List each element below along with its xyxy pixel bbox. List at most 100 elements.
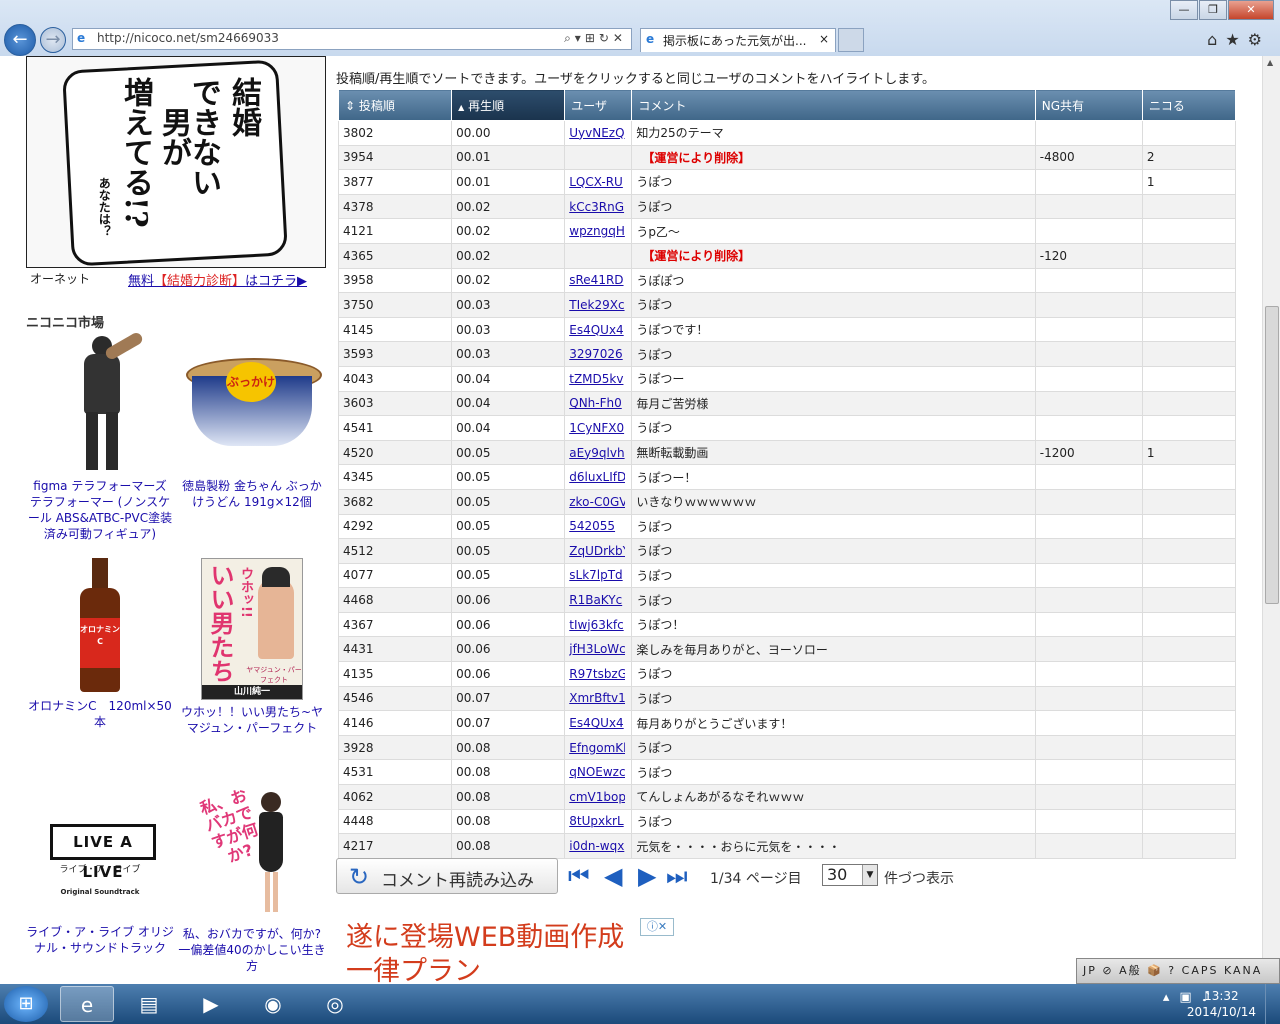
product-item[interactable]: いい男たち ウホッ!! ヤマジュン・パーフェクト 山川純一 ウホッ！！いい男たち… xyxy=(178,558,326,736)
scroll-up-icon[interactable]: ▲ xyxy=(1267,58,1273,67)
user-link[interactable]: cmV1bop xyxy=(569,790,625,804)
user-link[interactable]: wpzngqH xyxy=(569,224,625,238)
post-order-cell: 3958 xyxy=(337,267,453,294)
nicoru-cell xyxy=(1141,316,1237,343)
explorer-taskbar-icon[interactable]: ▤ xyxy=(122,986,176,1022)
column-header-play-order[interactable]: ▲ 再生順 xyxy=(451,89,566,121)
bottom-ad-text[interactable]: 遂に登場WEB動画作成一律プラン xyxy=(346,921,636,984)
user-link[interactable]: XmrBftv1 xyxy=(569,691,625,705)
product-item[interactable]: オロナミンC オロナミンC 120ml×50本 xyxy=(26,558,174,730)
user-link[interactable]: UyvNEzQ xyxy=(569,126,625,140)
user-link[interactable]: 8tUpxkrL xyxy=(569,814,625,828)
marriage-ad-image[interactable]: 結婚 できない 男が 増えてる!? あなたは？ xyxy=(26,56,326,268)
show-desktop-button[interactable] xyxy=(1265,984,1280,1024)
user-link[interactable]: zko-C0GV xyxy=(569,495,625,509)
tab-favicon-icon: e xyxy=(646,32,655,46)
post-order-cell: 4512 xyxy=(337,538,453,564)
product-image[interactable] xyxy=(70,330,145,474)
comment-cell: うぽぽつ xyxy=(631,267,1036,294)
product-image[interactable]: LIVE A LIVE ライブ・ア・ライブ Original Soundtrac… xyxy=(40,796,160,920)
product-caption[interactable]: ライブ・ア・ライブ オリジナル・サウンドトラック xyxy=(26,924,174,956)
vertical-scrollbar[interactable]: ▲ ▼ xyxy=(1262,56,1280,984)
product-caption[interactable]: figma テラフォーマーズ テラフォーマー (ノンスケール ABS&ATBC-… xyxy=(26,478,174,542)
user-link[interactable]: d6luxLIfD xyxy=(569,470,625,484)
post-order-cell: 4077 xyxy=(337,562,453,589)
product-item[interactable]: ぶっかけ 徳島製粉 金ちゃん ぶっかけうどん 191g×12個 xyxy=(178,336,326,510)
ng-share-cell xyxy=(1034,685,1143,712)
user-link[interactable]: R1BaKYc xyxy=(569,593,625,607)
user-link[interactable]: tZMD5kv xyxy=(569,372,625,386)
next-page-icon[interactable]: ▶ xyxy=(638,862,656,890)
product-image[interactable]: 私、おバカですが何か? xyxy=(198,785,299,922)
clock[interactable]: 13:32 2014/10/14 xyxy=(1187,988,1256,1020)
ime-language-bar[interactable]: JP ⊘ A般 📦 ? CAPS KANA xyxy=(1076,958,1280,984)
product-image[interactable]: オロナミンC xyxy=(77,558,123,694)
user-link[interactable]: LQCX-RU xyxy=(569,175,625,189)
user-link[interactable]: aEy9qlvh xyxy=(569,446,625,460)
user-link[interactable]: QNh-Fh0 xyxy=(569,396,625,410)
back-button[interactable]: ← xyxy=(4,24,36,56)
nicoru-cell: 1 xyxy=(1141,169,1237,195)
tab-active[interactable]: e 掲示板にあった元気が出... × xyxy=(640,28,836,52)
user-link[interactable]: Es4QUx4 xyxy=(569,716,625,730)
minimize-button[interactable]: — xyxy=(1170,0,1198,20)
user-link[interactable]: jfH3LoWc xyxy=(569,642,625,656)
product-item[interactable]: 私、おバカですが何か? 私、おバカですが、何か? 一偏差値40のかしこい生き方 xyxy=(178,785,326,974)
user-link[interactable]: i0dn-wqx xyxy=(569,839,625,853)
media-player-taskbar-icon[interactable]: ▶ xyxy=(184,986,238,1022)
prev-page-icon[interactable]: ◀ xyxy=(604,862,622,890)
user-link[interactable]: ZqUDrkbY xyxy=(569,544,625,558)
user-link[interactable]: 3297026 xyxy=(569,347,625,361)
address-bar[interactable]: e http://nicoco.net/sm24669033 ⌕▾⊞↻✕ xyxy=(72,28,632,50)
user-link[interactable]: qNOEwzc xyxy=(569,765,625,779)
start-button[interactable]: ⊞ xyxy=(4,986,48,1022)
user-link[interactable]: sLk7lpTd xyxy=(569,568,625,582)
user-link[interactable]: EfngomKl xyxy=(569,741,625,755)
adchoice-icon[interactable]: ⓘ✕ xyxy=(640,918,674,936)
close-window-button[interactable]: ✕ xyxy=(1228,0,1274,20)
forward-button[interactable]: → xyxy=(40,27,66,53)
scroll-thumb[interactable] xyxy=(1265,306,1279,604)
user-link[interactable]: 1CyNFX0 xyxy=(569,421,625,435)
address-tools-icon[interactable]: ⌕▾⊞↻✕ xyxy=(564,31,627,46)
user-link[interactable]: kCc3RnG xyxy=(569,200,625,214)
nicoru-cell xyxy=(1141,587,1237,613)
ad-diagnosis-link[interactable]: 無料【結婚力診断】はコチラ▶ xyxy=(128,270,307,289)
comment-cell: 元気を・・・・おらに元気を・・・・ xyxy=(631,833,1036,859)
product-image[interactable]: ぶっかけ xyxy=(182,336,322,474)
nicoru-cell xyxy=(1141,365,1237,392)
ie-taskbar-icon[interactable]: e xyxy=(60,986,114,1022)
user-link[interactable]: R97tsbzG xyxy=(569,667,625,681)
product-item[interactable]: figma テラフォーマーズ テラフォーマー (ノンスケール ABS&ATBC-… xyxy=(26,330,174,542)
first-page-icon[interactable]: ⏮ xyxy=(568,862,590,890)
last-page-icon[interactable]: ⏭ xyxy=(666,862,688,890)
per-page-select[interactable]: 30 ▼ xyxy=(822,864,878,886)
user-link[interactable]: 542055 xyxy=(569,519,625,533)
home-icon[interactable]: ⌂ xyxy=(1207,30,1225,49)
product-image[interactable]: いい男たち ウホッ!! ヤマジュン・パーフェクト 山川純一 xyxy=(201,558,303,700)
user-link[interactable]: Es4QUx4 xyxy=(569,323,625,337)
firefox-taskbar-icon[interactable]: ◉ xyxy=(246,986,300,1022)
product-caption[interactable]: オロナミンC 120ml×50本 xyxy=(26,698,174,730)
favorites-star-icon[interactable]: ★ xyxy=(1225,30,1247,49)
reload-comments-button[interactable]: ↻ コメント再読み込み xyxy=(336,858,558,894)
product-caption[interactable]: 私、おバカですが、何か? 一偏差値40のかしこい生き方 xyxy=(178,926,326,974)
user-link[interactable]: sRe41RD xyxy=(569,273,625,287)
comment-cell: うぽつー xyxy=(631,365,1036,392)
new-tab-button[interactable] xyxy=(838,28,864,52)
column-header-post-order[interactable]: ⇕ 投稿順 xyxy=(337,89,453,121)
product-caption[interactable]: 徳島製粉 金ちゃん ぶっかけうどん 191g×12個 xyxy=(178,478,326,510)
chrome-taskbar-icon[interactable]: ◎ xyxy=(308,986,362,1022)
settings-gear-icon[interactable]: ⚙ xyxy=(1248,30,1270,49)
user-cell: qNOEwzc xyxy=(564,759,633,786)
maximize-button[interactable]: ❐ xyxy=(1199,0,1227,20)
tab-close-button[interactable]: × xyxy=(819,32,829,46)
tray-arrow-icon[interactable]: ▴ xyxy=(1163,990,1180,1005)
product-caption[interactable]: ウホッ！！いい男たち~ヤマジュン・パーフェクト xyxy=(178,704,326,736)
user-link[interactable]: TIek29Xc xyxy=(569,298,625,312)
nicoru-cell xyxy=(1141,341,1237,367)
play-order-cell: 00.05 xyxy=(451,488,566,515)
user-link[interactable]: tIwj63kfc xyxy=(569,618,625,632)
product-item[interactable]: LIVE A LIVE ライブ・ア・ライブ Original Soundtrac… xyxy=(26,796,174,956)
post-order-cell: 4448 xyxy=(337,808,453,835)
